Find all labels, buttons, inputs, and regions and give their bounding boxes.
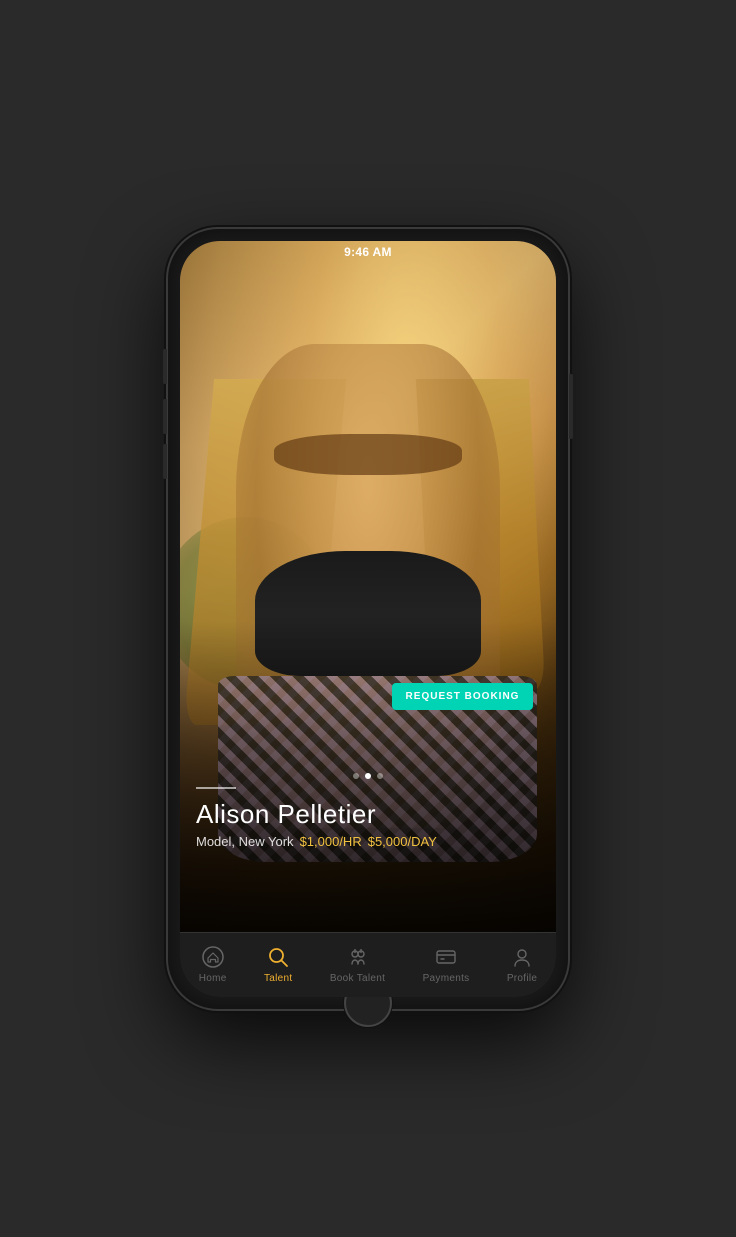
nav-item-payments[interactable]: Payments xyxy=(411,937,482,992)
nav-item-profile[interactable]: Profile xyxy=(495,937,549,992)
profile-meta: Model, New York $1,000/HR $5,000/DAY xyxy=(196,834,540,849)
nav-label-talent: Talent xyxy=(264,973,293,984)
profile-icon xyxy=(510,945,534,969)
nav-item-talent[interactable]: Talent xyxy=(252,937,305,992)
phone-device: 9:46 AM REQUEST BOOKING xyxy=(168,229,568,1009)
phone-screen: 9:46 AM REQUEST BOOKING xyxy=(180,241,556,997)
nav-label-profile: Profile xyxy=(507,973,537,984)
status-time: 9:46 AM xyxy=(344,245,392,259)
divider-line xyxy=(196,787,236,789)
book-talent-icon xyxy=(346,945,370,969)
home-icon xyxy=(201,945,225,969)
hero-area: REQUEST BOOKING Alison Pelletier Model, … xyxy=(180,241,556,932)
status-bar: 9:46 AM xyxy=(180,241,556,263)
pagination-dots xyxy=(180,773,556,779)
request-booking-button[interactable]: REQUEST BOOKING xyxy=(392,683,534,710)
profile-name: Alison Pelletier xyxy=(196,799,540,830)
payments-icon xyxy=(434,945,458,969)
profile-rate-hr: $1,000/HR xyxy=(300,834,362,849)
profile-location: Model, New York xyxy=(196,834,294,849)
pagination-dot-3 xyxy=(377,773,383,779)
nav-label-book-talent: Book Talent xyxy=(330,973,385,984)
pagination-dot-1 xyxy=(353,773,359,779)
profile-rate-day: $5,000/DAY xyxy=(368,834,437,849)
bottom-navigation: Home Talent xyxy=(180,932,556,997)
nav-item-home[interactable]: Home xyxy=(187,937,239,992)
nav-item-book-talent[interactable]: Book Talent xyxy=(318,937,397,992)
talent-search-icon xyxy=(266,945,290,969)
nav-label-home: Home xyxy=(199,973,227,984)
profile-info: Alison Pelletier Model, New York $1,000/… xyxy=(180,787,556,849)
sunglasses xyxy=(274,434,462,475)
pagination-dot-2 xyxy=(365,773,371,779)
nav-label-payments: Payments xyxy=(423,973,470,984)
